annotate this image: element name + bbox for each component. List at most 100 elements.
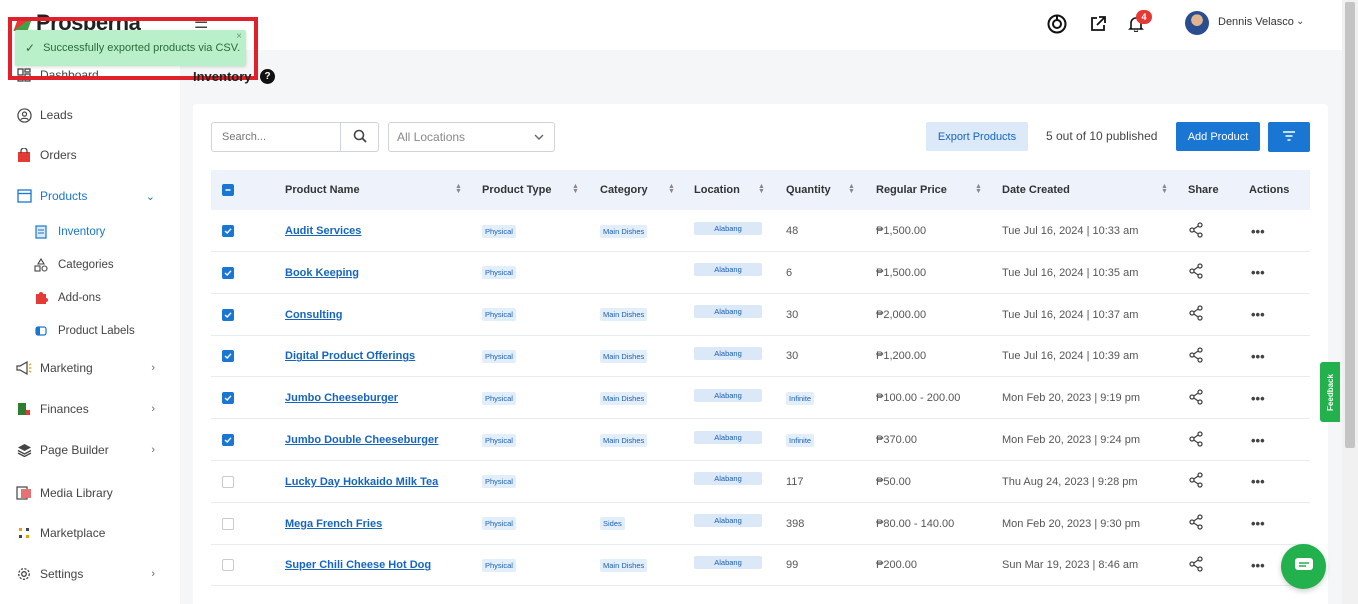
target-icon[interactable] <box>1047 14 1067 34</box>
select-all-checkbox[interactable] <box>222 170 234 210</box>
table-row[interactable]: Audit Services Physical Main Dishes Alabang… <box>211 210 1310 252</box>
product-name-link[interactable]: Jumbo Double Cheeseburger <box>285 434 438 446</box>
sidebar-item-orders[interactable]: Orders <box>16 144 161 166</box>
date-value: Sun Mar 19, 2023 | 8:46 am <box>1002 559 1139 572</box>
sidebar-item-marketing[interactable]: Marketing › <box>16 357 161 379</box>
product-name-link[interactable]: Super Chili Cheese Hot Dog <box>285 559 431 571</box>
sidebar-item-page-builder[interactable]: Page Builder › <box>16 439 161 461</box>
product-name-link[interactable]: Consulting <box>285 309 342 321</box>
sidebar-item-products[interactable]: Products ⌄ <box>16 185 161 207</box>
chevron-down-icon[interactable]: ⌄ <box>1296 16 1304 27</box>
user-name[interactable]: Dennis Velasco <box>1218 16 1294 28</box>
search-icon <box>353 129 367 146</box>
table-row[interactable]: Digital Product Offerings Physical Main Di… <box>211 335 1310 378</box>
external-link-icon[interactable] <box>1088 14 1108 34</box>
sidebar-item-finances[interactable]: Finances › <box>16 398 161 420</box>
product-name-link[interactable]: Book Keeping <box>285 267 359 279</box>
avatar[interactable] <box>1185 11 1209 35</box>
table-row[interactable]: Consulting Physical Main Dishes Alabang 30 ₱2… <box>211 294 1310 336</box>
sidebar-item-label: Orders <box>40 148 77 162</box>
actions-menu-button[interactable]: ••• <box>1251 461 1265 503</box>
table-row[interactable]: Lucky Day Hokkaido Milk Tea Physical Alaba… <box>211 461 1310 503</box>
add-product-button[interactable]: Add Product <box>1176 122 1260 151</box>
row-checkbox[interactable] <box>222 335 234 377</box>
row-checkbox[interactable] <box>222 252 234 294</box>
product-name-link[interactable]: Mega French Fries <box>285 518 382 530</box>
col-product-type[interactable]: Product Type <box>482 170 551 210</box>
sidebar-subitem-product-labels[interactable]: Product Labels <box>34 321 135 341</box>
sidebar-item-settings[interactable]: Settings › <box>16 563 161 585</box>
share-button[interactable] <box>1188 377 1204 419</box>
sidebar-item-marketplace[interactable]: Marketplace <box>16 522 161 544</box>
product-name-link[interactable]: Audit Services <box>285 225 361 237</box>
sidebar-subitem-categories[interactable]: Categories <box>34 255 114 275</box>
sort-icon[interactable]: ▲ ▼ <box>668 183 675 195</box>
col-quantity[interactable]: Quantity <box>786 170 831 210</box>
table-row[interactable]: Jumbo Cheeseburger Physical Main Dishes Ala… <box>211 377 1310 420</box>
price-cell: ₱1,200.00 <box>876 335 926 377</box>
col-date-created[interactable]: Date Created <box>1002 170 1070 210</box>
share-button[interactable] <box>1188 544 1204 586</box>
search-button[interactable] <box>340 123 378 151</box>
location-select[interactable]: All Locations <box>388 122 555 152</box>
sidebar-item-label: Leads <box>40 108 73 122</box>
sort-icon[interactable]: ▲ ▼ <box>848 183 855 195</box>
share-button[interactable] <box>1188 252 1204 294</box>
table-row[interactable]: Super Chili Cheese Hot Dog Physical Main D… <box>211 541 1310 587</box>
row-checkbox[interactable] <box>222 503 234 545</box>
share-button[interactable] <box>1188 503 1204 545</box>
col-category[interactable]: Category <box>600 170 648 210</box>
actions-menu-button[interactable]: ••• <box>1251 377 1265 419</box>
row-checkbox[interactable] <box>222 377 234 419</box>
product-type-cell: Physical <box>482 335 516 377</box>
share-button[interactable] <box>1188 210 1204 252</box>
col-location[interactable]: Location <box>694 170 740 210</box>
actions-menu-button[interactable]: ••• <box>1251 544 1265 586</box>
actions-menu-button[interactable]: ••• <box>1251 252 1265 294</box>
col-regular-price[interactable]: Regular Price <box>876 170 947 210</box>
table-row[interactable]: Book Keeping Physical Alabang 6 ₱1,500.00 Tue… <box>211 252 1310 294</box>
sidebar-subitem-label: Product Labels <box>58 325 135 337</box>
actions-menu-button[interactable]: ••• <box>1251 419 1265 461</box>
row-checkbox[interactable] <box>222 461 234 503</box>
actions-menu-button[interactable]: ••• <box>1251 294 1265 336</box>
row-checkbox[interactable] <box>222 294 234 336</box>
sort-icon[interactable]: ▲ ▼ <box>975 183 982 195</box>
feedback-tab[interactable]: Feedback <box>1320 362 1340 422</box>
actions-menu-button[interactable]: ••• <box>1251 503 1265 545</box>
sidebar-subitem-inventory[interactable]: Inventory <box>34 222 105 242</box>
help-icon[interactable]: ? <box>260 69 275 84</box>
location-cell: Alabang <box>694 541 762 583</box>
sort-icon[interactable]: ▲ ▼ <box>455 183 462 195</box>
price-value: ₱80.00 - 140.00 <box>876 517 955 530</box>
product-type-tag: Physical <box>482 349 516 363</box>
row-checkbox[interactable] <box>222 419 234 461</box>
sidebar-item-label: Products <box>40 189 88 203</box>
sidebar-item-leads[interactable]: Leads <box>16 104 161 126</box>
table-row[interactable]: Mega French Fries Physical Sides Alabang 398… <box>211 503 1310 545</box>
actions-menu-button[interactable]: ••• <box>1251 210 1265 252</box>
product-name-link[interactable]: Digital Product Offerings <box>285 350 415 362</box>
share-button[interactable] <box>1188 294 1204 336</box>
price-cell: ₱100.00 - 200.00 <box>876 377 960 419</box>
product-name-link[interactable]: Lucky Day Hokkaido Milk Tea <box>285 476 438 488</box>
search-input[interactable] <box>212 123 340 151</box>
product-name-link[interactable]: Jumbo Cheeseburger <box>285 392 398 404</box>
filter-button[interactable] <box>1268 122 1310 152</box>
col-product-name[interactable]: Product Name <box>285 170 360 210</box>
sidebar-subitem-addons[interactable]: Add-ons <box>34 288 101 308</box>
sort-icon[interactable]: ▲ ▼ <box>758 183 765 195</box>
sort-icon[interactable]: ▲ ▼ <box>1161 183 1168 195</box>
export-products-button[interactable]: Export Products <box>926 122 1028 151</box>
sort-icon[interactable]: ▲ ▼ <box>572 183 579 195</box>
sidebar-item-media-library[interactable]: Media Library <box>16 482 161 504</box>
table-row[interactable]: Jumbo Double Cheeseburger Physical Main Di… <box>211 419 1310 461</box>
chat-button[interactable] <box>1281 544 1326 589</box>
actions-menu-button[interactable]: ••• <box>1251 335 1265 377</box>
row-checkbox[interactable] <box>222 210 234 252</box>
share-button[interactable] <box>1188 461 1204 503</box>
share-button[interactable] <box>1188 335 1204 377</box>
scrollbar-thumb[interactable] <box>1345 2 1355 448</box>
share-button[interactable] <box>1188 419 1204 461</box>
row-checkbox[interactable] <box>222 544 234 586</box>
